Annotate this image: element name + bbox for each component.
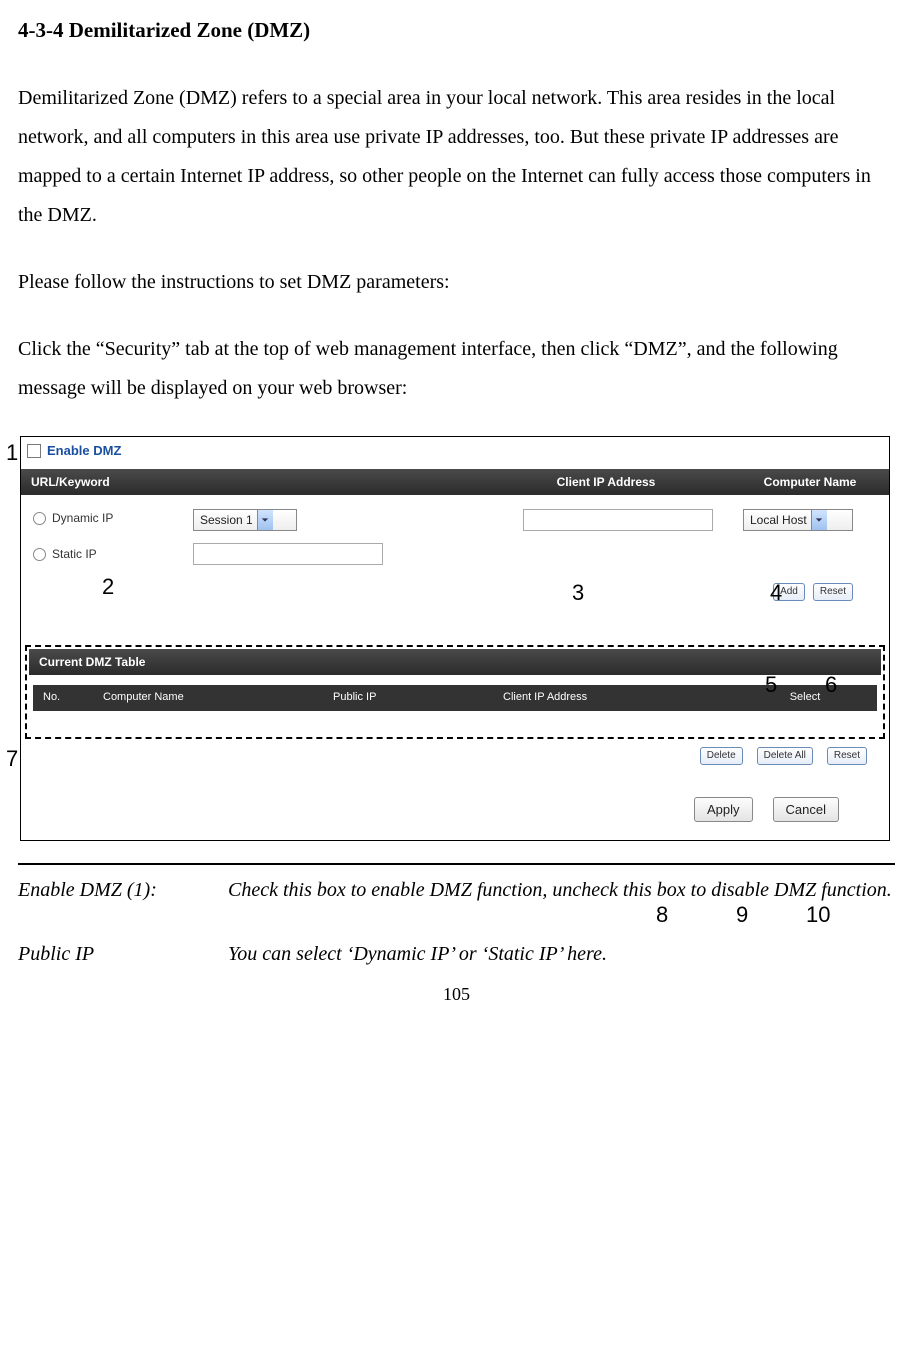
callout-7: 7 (6, 746, 18, 772)
dmz-table-header: No. Computer Name Public IP Client IP Ad… (33, 685, 877, 710)
def-term-public-ip: Public IP (18, 935, 228, 973)
callout-4: 4 (770, 580, 782, 606)
static-ip-radio[interactable]: Static IP (33, 547, 193, 561)
col-computer-name: Computer Name (103, 691, 333, 704)
screenshot-container: 1 2 3 4 5 6 7 8 9 10 Enable DMZ URL/Keyw… (20, 436, 890, 841)
paragraph-intro: Demilitarized Zone (DMZ) refers to a spe… (18, 79, 895, 235)
session-select-value: Session 1 (200, 513, 253, 527)
col-select: Select (743, 691, 867, 704)
radio-icon (33, 512, 46, 525)
session-select[interactable]: Session 1 (193, 509, 297, 531)
section-heading: 4-3-4 Demilitarized Zone (DMZ) (18, 10, 895, 51)
enable-dmz-label: Enable DMZ (47, 443, 121, 459)
definition-public-ip: Public IP You can select ‘Dynamic IP’ or… (18, 935, 895, 973)
delete-button[interactable]: Delete (700, 747, 743, 765)
def-desc-public-ip: You can select ‘Dynamic IP’ or ‘Static I… (228, 935, 895, 973)
paragraph-instructions-lead: Please follow the instructions to set DM… (18, 263, 895, 302)
chevron-down-icon (257, 510, 273, 530)
apply-button[interactable]: Apply (694, 797, 753, 823)
dynamic-ip-label: Dynamic IP (52, 511, 113, 525)
static-ip-input[interactable] (193, 543, 383, 565)
computer-name-select[interactable]: Local Host (743, 509, 853, 531)
divider (18, 863, 895, 865)
client-ip-input[interactable] (523, 509, 713, 531)
delete-all-button[interactable]: Delete All (757, 747, 813, 765)
callout-9: 9 (736, 902, 748, 928)
col-public-ip: Public IP (333, 691, 503, 704)
header-url-keyword: URL/Keyword (31, 475, 471, 489)
def-desc-enable-dmz: Check this box to enable DMZ function, u… (228, 871, 895, 909)
enable-dmz-row: Enable DMZ (21, 437, 889, 469)
callout-8: 8 (656, 902, 668, 928)
header-client-ip: Client IP Address (471, 475, 741, 489)
header-computer-name: Computer Name (741, 475, 879, 489)
form-header-bar: URL/Keyword Client IP Address Computer N… (21, 469, 889, 495)
def-term-enable-dmz: Enable DMZ (1): (18, 871, 228, 909)
current-dmz-table-wrap: Current DMZ Table No. Computer Name Publ… (25, 645, 885, 739)
chevron-down-icon (811, 510, 827, 530)
reset-button-bottom[interactable]: Reset (827, 747, 867, 765)
static-ip-label: Static IP (52, 547, 97, 561)
dynamic-ip-radio[interactable]: Dynamic IP (33, 511, 193, 525)
definition-enable-dmz: Enable DMZ (1): Check this box to enable… (18, 871, 895, 909)
callout-6: 6 (825, 672, 837, 698)
paragraph-click-security: Click the “Security” tab at the top of w… (18, 330, 895, 408)
callout-10: 10 (806, 902, 830, 928)
computer-name-select-value: Local Host (750, 513, 807, 527)
form-area: Dynamic IP Static IP Session 1 (21, 495, 889, 639)
reset-button-top[interactable]: Reset (813, 583, 853, 601)
current-dmz-table-title: Current DMZ Table (29, 649, 881, 675)
callout-1: 1 (6, 440, 18, 466)
cancel-button[interactable]: Cancel (773, 797, 839, 823)
col-client-ip: Client IP Address (503, 691, 743, 704)
callout-3: 3 (572, 580, 584, 606)
dmz-settings-panel: Enable DMZ URL/Keyword Client IP Address… (20, 436, 890, 841)
callout-2: 2 (102, 574, 114, 600)
enable-dmz-checkbox[interactable] (27, 444, 41, 458)
col-no: No. (43, 691, 103, 704)
radio-icon (33, 548, 46, 561)
callout-5: 5 (765, 672, 777, 698)
page-number: 105 (18, 977, 895, 1012)
